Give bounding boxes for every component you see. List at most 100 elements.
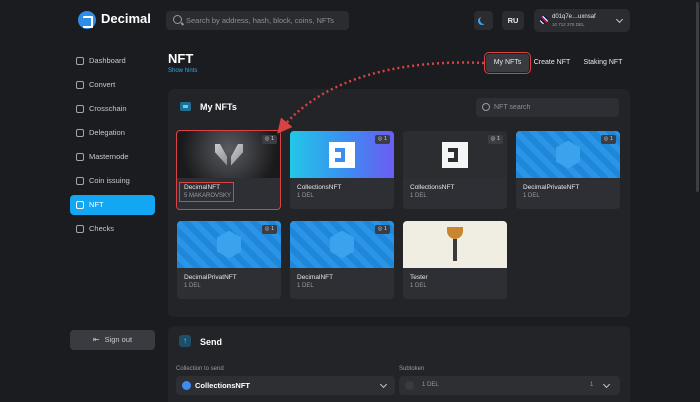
global-search-input[interactable] (186, 11, 346, 30)
badge-count: 1 (270, 226, 274, 232)
nft-card[interactable]: ◎ 1 DecimalPrivateNFT 1 DEL (516, 131, 620, 209)
sidebar-item-label: Coin issuing (89, 176, 130, 185)
sidebar-nav: Dashboard Convert Crosschain Delegation … (70, 51, 155, 243)
collection-select[interactable]: CollectionsNFT (176, 376, 395, 395)
subtoken-select[interactable]: 1 DEL 1 (399, 376, 620, 395)
chevron-down-icon (602, 380, 611, 389)
nft-name: Tester (410, 274, 428, 281)
coin-icon (76, 177, 84, 185)
nft-name: DecimalNFT (297, 274, 334, 281)
image-icon (180, 102, 191, 111)
account-dropdown[interactable]: d01q7e…uxnsaf 10 712 378 DEL (534, 9, 630, 32)
cube-icon (556, 140, 580, 169)
language-button[interactable]: RU (502, 11, 524, 30)
page-scrollbar[interactable] (695, 0, 700, 402)
stake-badge: ◎ 1 (374, 135, 390, 144)
nft-subtitle: 1 DEL (523, 193, 540, 199)
subtoken-count: 1 (590, 382, 594, 388)
delegation-icon (76, 129, 84, 137)
sidebar-item-dashboard[interactable]: Dashboard (70, 51, 155, 71)
stake-badge: ◎ 1 (600, 135, 616, 144)
nft-card[interactable]: Tester 1 DEL (403, 221, 507, 299)
sidebar-item-crosschain[interactable]: Crosschain (70, 99, 155, 119)
sidebar-item-label: Delegation (89, 128, 125, 137)
collection-logo-icon (442, 141, 468, 168)
app-name[interactable]: Decimal (101, 11, 151, 26)
sidebar-item-label: Crosschain (89, 104, 127, 113)
panel-title: My NFTs (200, 102, 237, 112)
sign-out-button[interactable]: ⇤ Sign out (70, 330, 155, 350)
nft-card[interactable]: ◎ 1 CollectionsNFT 1 DEL (290, 131, 394, 209)
subtoken-icon (405, 381, 414, 390)
cube-icon (217, 230, 241, 259)
nft-subtitle: 1 DEL (297, 193, 314, 199)
badge-count: 1 (609, 136, 613, 142)
nft-search[interactable] (476, 98, 619, 117)
home-icon (76, 57, 84, 65)
masternode-icon (76, 153, 84, 161)
badge-count: 1 (496, 136, 500, 142)
trophy-icon (447, 227, 463, 261)
sidebar-item-masternode[interactable]: Masternode (70, 147, 155, 167)
sidebar-item-checks[interactable]: Checks (70, 219, 155, 239)
sidebar-item-coin-issuing[interactable]: Coin issuing (70, 171, 155, 191)
tab-staking-nft[interactable]: Staking NFT (578, 54, 628, 72)
stake-badge: ◎ 1 (374, 225, 390, 234)
nft-search-input[interactable] (494, 98, 614, 117)
checks-icon (76, 225, 84, 233)
badge-count: 1 (383, 226, 387, 232)
scrollbar-thumb[interactable] (696, 2, 699, 192)
moon-icon (480, 16, 488, 24)
nft-card[interactable]: ◎ 1 CollectionsNFT 1 DEL (403, 131, 507, 209)
theme-toggle-button[interactable] (474, 11, 493, 30)
sidebar-item-delegation[interactable]: Delegation (70, 123, 155, 143)
tab-my-nfts[interactable]: My NFTs (484, 52, 531, 74)
stake-badge: ◎ 1 (487, 135, 503, 144)
nft-card[interactable]: ◎ 1 DecimalPrivatNFT 1 DEL (177, 221, 281, 299)
search-icon (173, 15, 182, 24)
flag-icon (540, 16, 548, 24)
stake-badge: ◎ 1 (261, 225, 277, 234)
nft-subtitle: 1 DEL (410, 193, 427, 199)
chevron-down-icon (379, 380, 388, 389)
sidebar-item-label: Checks (89, 224, 115, 233)
global-search[interactable] (166, 11, 349, 30)
tab-create-nft[interactable]: Create NFT (530, 54, 574, 72)
nft-subtitle: 1 DEL (184, 283, 201, 289)
search-icon (482, 103, 490, 111)
account-balance: 10 712 378 DEL (552, 22, 585, 27)
send-panel: ↑ Send Collection to send Subtoken Colle… (168, 326, 630, 402)
collection-icon (182, 381, 191, 390)
name-highlight-box (179, 182, 234, 202)
chevron-down-icon (615, 15, 624, 24)
collection-value: CollectionsNFT (195, 381, 251, 390)
arrow-up-icon: ↑ (179, 335, 191, 347)
sidebar-item-convert[interactable]: Convert (70, 75, 155, 95)
decimal-logo-icon[interactable] (78, 11, 96, 29)
nft-subtitle: 1 DEL (410, 283, 427, 289)
nft-subtitle: 1 DEL (297, 283, 314, 289)
crosschain-icon (76, 105, 84, 113)
cube-icon (330, 230, 354, 259)
nft-name: DecimalPrivatNFT (184, 274, 237, 281)
page-title: NFT (168, 51, 194, 66)
sidebar-item-label: Masternode (89, 152, 129, 161)
nft-name: CollectionsNFT (410, 184, 455, 191)
collection-label: Collection to send (176, 366, 224, 372)
nft-image (403, 221, 507, 268)
account-address: d01q7e…uxnsaf (552, 14, 596, 20)
sidebar-item-label: Convert (89, 80, 116, 89)
sign-out-icon: ⇤ (92, 335, 100, 344)
badge-count: 1 (383, 136, 387, 142)
subtoken-label: Subtoken (399, 366, 425, 372)
convert-icon (76, 81, 84, 89)
nft-name: DecimalPrivateNFT (523, 184, 580, 191)
subtoken-value: 1 DEL (422, 382, 439, 388)
nft-name: CollectionsNFT (297, 184, 342, 191)
sign-out-label: Sign out (104, 335, 133, 344)
show-hints-link[interactable]: Show hints (168, 68, 197, 74)
nft-card[interactable]: ◎ 1 DecimalNFT 1 DEL (290, 221, 394, 299)
sidebar-item-nft[interactable]: NFT (70, 195, 155, 215)
sidebar-item-label: Dashboard (89, 56, 126, 65)
top-header: Decimal RU d01q7e…uxnsaf 10 712 378 DEL (0, 0, 700, 40)
